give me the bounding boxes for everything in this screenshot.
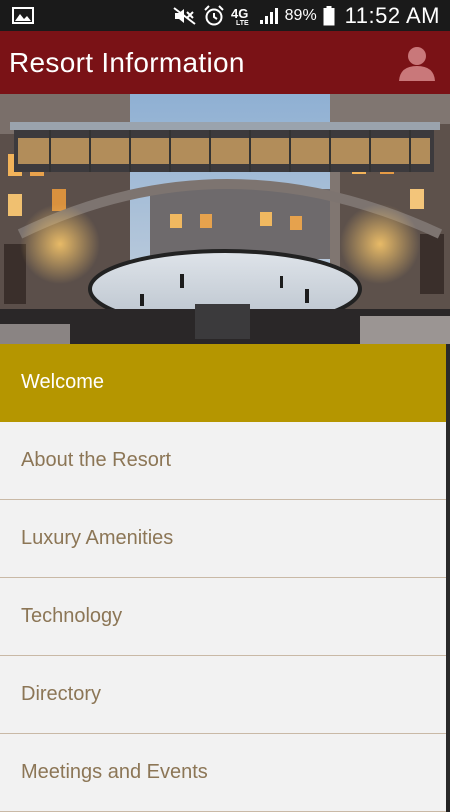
- menu-item-directory[interactable]: Directory: [0, 656, 446, 734]
- menu-item-meetings-and-events[interactable]: Meetings and Events: [0, 734, 446, 812]
- menu-item-label: Luxury Amenities: [21, 527, 174, 549]
- battery-icon: [323, 5, 335, 26]
- menu-item-label: Technology: [21, 605, 123, 627]
- menu-item-about-the-resort[interactable]: About the Resort: [0, 422, 446, 500]
- mute-icon: [173, 6, 197, 25]
- signal-icon: [259, 7, 279, 25]
- menu-item-label: About the Resort: [21, 449, 172, 471]
- resort-photo: [0, 94, 450, 344]
- svg-text:4G: 4G: [231, 6, 248, 21]
- menu-item-welcome[interactable]: Welcome: [0, 344, 446, 422]
- battery-percent: 89%: [284, 6, 317, 24]
- page-title: Resort Information: [9, 47, 245, 78]
- app-header: Resort Information: [0, 31, 450, 94]
- status-bar: 4G LTE 89% 11:52 AM: [0, 0, 450, 31]
- person-icon[interactable]: [398, 45, 436, 86]
- 4g-lte-icon: 4G LTE: [231, 6, 253, 26]
- menu-item-label: Welcome: [21, 371, 104, 393]
- navigation-menu: Welcome About the Resort Luxury Amenitie…: [0, 344, 446, 812]
- alarm-icon: [203, 4, 225, 27]
- clock: 11:52 AM: [344, 2, 440, 28]
- menu-item-technology[interactable]: Technology: [0, 578, 446, 656]
- scroll-edge: [446, 344, 450, 800]
- gallery-icon: [12, 7, 34, 24]
- menu-item-label: Directory: [21, 683, 102, 705]
- svg-text:LTE: LTE: [236, 20, 249, 26]
- menu-item-luxury-amenities[interactable]: Luxury Amenities: [0, 500, 446, 578]
- menu-item-label: Meetings and Events: [21, 761, 208, 783]
